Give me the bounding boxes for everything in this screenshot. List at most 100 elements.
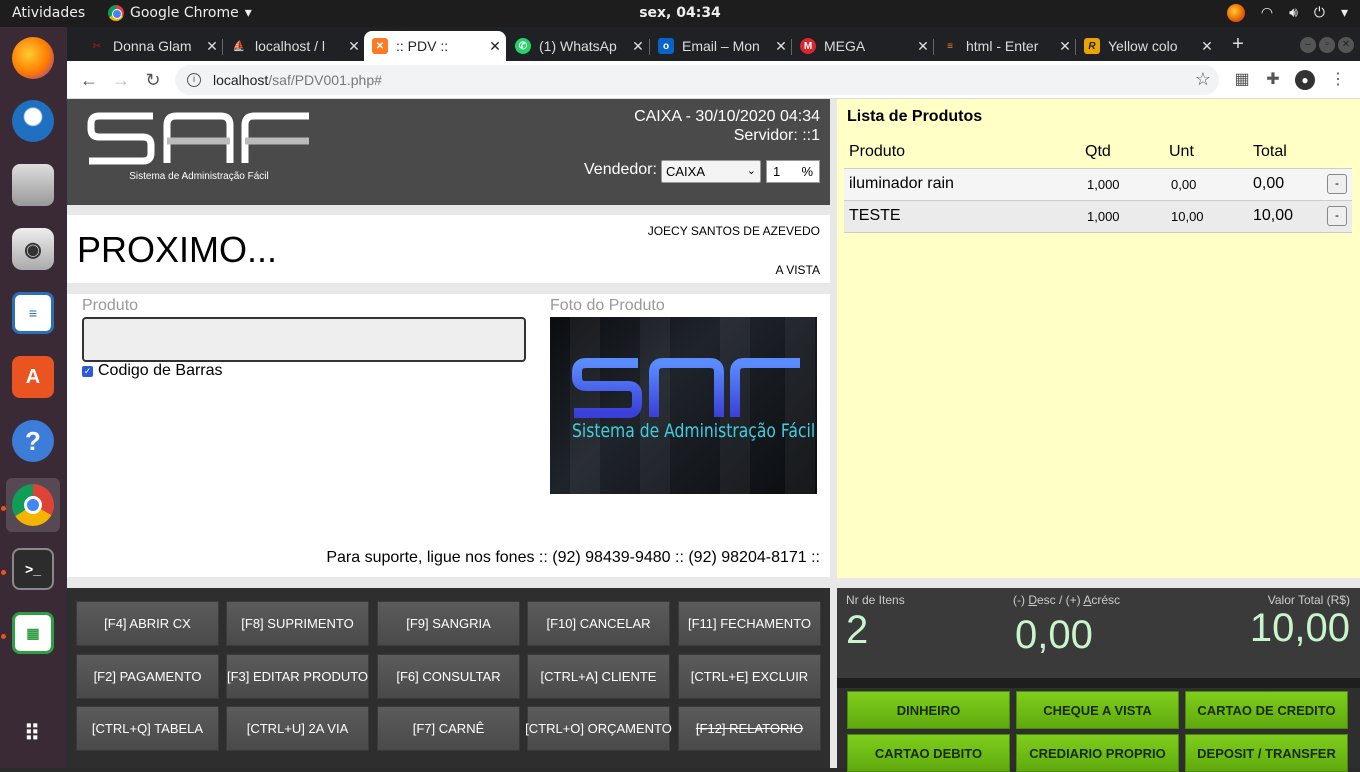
vendedor-select[interactable]: CAIXA ⌄: [661, 160, 761, 183]
maximize-button[interactable]: ▫: [1319, 37, 1335, 53]
thunderbird-launcher[interactable]: [6, 94, 60, 148]
chrome-launcher[interactable]: [6, 478, 60, 532]
produto-input[interactable]: [82, 317, 526, 362]
cliente-button[interactable]: [CTRL+A] CLIENTE: [527, 654, 670, 699]
wifi-icon[interactable]: ◠: [1261, 5, 1273, 21]
close-icon[interactable]: ✕: [627, 38, 649, 55]
pay-debito-button[interactable]: CARTAO DEBITO: [847, 734, 1010, 772]
minimize-button[interactable]: –: [1300, 37, 1316, 53]
tab-strip: ✂ Donna Glam ✕ ⛵ localhost / l ✕ ✕ :: PD…: [67, 27, 1360, 61]
relatorio-button[interactable]: [F12] RELATORIO: [678, 706, 821, 751]
close-icon[interactable]: ✕: [1196, 38, 1218, 55]
pdv-header: Sistema de Administração Fácil CAIXA - 3…: [67, 99, 830, 205]
chevron-down-icon: ▾: [244, 5, 252, 21]
product-photo: Sistema de Administração Fácil: [550, 317, 817, 494]
browser-tab[interactable]: ⛵ localhost / l ✕: [223, 31, 365, 61]
rhythmbox-launcher[interactable]: ◉: [6, 222, 60, 276]
remove-item-button[interactable]: -: [1327, 206, 1347, 226]
profile-avatar[interactable]: ●: [1295, 70, 1315, 90]
files-launcher[interactable]: [6, 158, 60, 212]
activities-button[interactable]: Atividades: [12, 5, 85, 21]
carne-button[interactable]: [F7] CARNÊ: [377, 706, 520, 751]
remove-item-button[interactable]: -: [1327, 174, 1347, 194]
desc-acresc-label: (-) Desc / (+) Acrésc: [1013, 593, 1121, 607]
system-tray[interactable]: ◠ 🔊︎ ⏻ ▾: [1226, 4, 1348, 22]
cell-qtd: 1,000: [1080, 168, 1164, 201]
pay-cheque-button[interactable]: CHEQUE A VISTA: [1016, 691, 1179, 729]
pay-dinheiro-button[interactable]: DINHEIRO: [847, 691, 1010, 729]
close-icon[interactable]: ✕: [484, 38, 506, 55]
firefox-tray-icon[interactable]: [1226, 4, 1245, 22]
payment-methods-panel: DINHEIRO CHEQUE A VISTA CARTAO DE CREDIT…: [837, 678, 1360, 772]
xampp-favicon: ✕: [372, 38, 388, 54]
barcode-label: Codigo de Barras: [98, 362, 223, 379]
app-menu[interactable]: Google Chrome ▾: [108, 5, 252, 21]
bookmark-star-icon[interactable]: ☆: [1195, 69, 1211, 90]
desconto-percent-input[interactable]: 1 %: [766, 160, 820, 183]
suprimento-button[interactable]: [F8] SUPRIMENTO: [226, 601, 369, 646]
consultar-button[interactable]: [F6] CONSULTAR: [377, 654, 520, 699]
table-row[interactable]: TESTE 1,000 10,00 10,00 -: [844, 200, 1352, 233]
status-message: PROXIMO...: [77, 229, 278, 270]
barcode-checkbox[interactable]: ✓: [82, 365, 93, 377]
extensions-icon[interactable]: ✚: [1263, 70, 1283, 90]
show-apps-button[interactable]: ⠿: [6, 707, 60, 761]
qr-code-icon[interactable]: ▦: [1232, 70, 1252, 90]
close-icon[interactable]: ✕: [912, 38, 934, 55]
forward-icon[interactable]: →: [109, 68, 133, 92]
mega-favicon: M: [800, 38, 816, 54]
editar-produto-button[interactable]: [F3] EDITAR PRODUTO: [226, 654, 369, 699]
calc-launcher[interactable]: ▦: [6, 606, 60, 660]
close-icon[interactable]: ✕: [343, 38, 365, 55]
info-icon[interactable]: i: [187, 73, 201, 87]
table-row[interactable]: iluminador rain 1,000 0,00 0,00 -: [844, 168, 1352, 201]
pagamento-button[interactable]: [F2] PAGAMENTO: [76, 654, 219, 699]
totals-panel: Nr de Itens 2 (-) Desc / (+) Acrésc 0,00…: [837, 588, 1360, 678]
pay-crediario-button[interactable]: CREDIARIO PROPRIO: [1016, 734, 1179, 772]
new-tab-button[interactable]: +: [1228, 33, 1248, 56]
more-menu-icon[interactable]: ⋮: [1328, 70, 1348, 90]
browser-tab[interactable]: M MEGA ✕: [792, 31, 934, 61]
pay-deposito-button[interactable]: DEPOSIT / TRANSFER: [1185, 734, 1348, 772]
orcamento-button[interactable]: [CTRL+O] ORÇAMENTO: [525, 706, 672, 751]
browser-tab[interactable]: R Yellow colo ✕: [1076, 31, 1218, 61]
function-keys-panel: [F4] ABRIR CX [F8] SUPRIMENTO [F9] SANGR…: [67, 588, 830, 768]
chevron-down-icon[interactable]: ▾: [1341, 5, 1348, 21]
software-launcher[interactable]: A: [6, 350, 60, 404]
pay-credito-button[interactable]: CARTAO DE CREDITO: [1185, 691, 1348, 729]
close-icon[interactable]: ✕: [770, 38, 792, 55]
segunda-via-button[interactable]: [CTRL+U] 2A VIA: [226, 706, 369, 751]
volume-icon[interactable]: 🔊︎: [1289, 5, 1298, 21]
address-bar[interactable]: i localhost/saf/PDV001.php# ☆: [175, 65, 1219, 95]
fechamento-button[interactable]: [F11] FECHAMENTO: [678, 601, 821, 646]
browser-tab[interactable]: ✂ Donna Glam ✕: [81, 31, 223, 61]
browser-tab[interactable]: ≡ html - Enter ✕: [934, 31, 1076, 61]
reload-icon[interactable]: ↻: [141, 68, 165, 92]
sangria-button[interactable]: [F9] SANGRIA: [377, 601, 520, 646]
help-icon: ?: [12, 420, 54, 462]
cancelar-button[interactable]: [F10] CANCELAR: [527, 601, 670, 646]
window-close-button[interactable]: ✕: [1338, 37, 1354, 53]
back-icon[interactable]: ←: [77, 68, 101, 92]
cell-unt: 0,00: [1164, 168, 1248, 201]
terminal-icon: >_: [12, 548, 54, 590]
excluir-button[interactable]: [CTRL+E] EXCLUIR: [678, 654, 821, 699]
barcode-option[interactable]: ✓ Codigo de Barras: [82, 362, 223, 380]
power-icon[interactable]: ⏻: [1314, 5, 1325, 21]
total-value: 10,00: [1249, 606, 1350, 650]
app-menu-label: Google Chrome: [130, 5, 239, 21]
browser-tab[interactable]: ✆ (1) WhatsAp ✕: [507, 31, 649, 61]
browser-tab[interactable]: o Email – Mon ✕: [650, 31, 792, 61]
terminal-launcher[interactable]: >_: [6, 542, 60, 596]
cell-total: 10,00: [1248, 200, 1322, 233]
browser-tab-active[interactable]: ✕ :: PDV :: ✕: [364, 31, 506, 61]
close-icon[interactable]: ✕: [1054, 38, 1076, 55]
close-icon[interactable]: ✕: [201, 38, 223, 55]
abrir-cx-button[interactable]: [F4] ABRIR CX: [76, 601, 219, 646]
help-launcher[interactable]: ?: [6, 414, 60, 468]
tabela-button[interactable]: [CTRL+Q] TABELA: [76, 706, 219, 751]
writer-launcher[interactable]: ≡: [6, 286, 60, 340]
desc-acresc-value[interactable]: 0,00: [1015, 613, 1093, 658]
tab-title: MEGA: [824, 38, 866, 54]
firefox-launcher[interactable]: [6, 31, 60, 85]
